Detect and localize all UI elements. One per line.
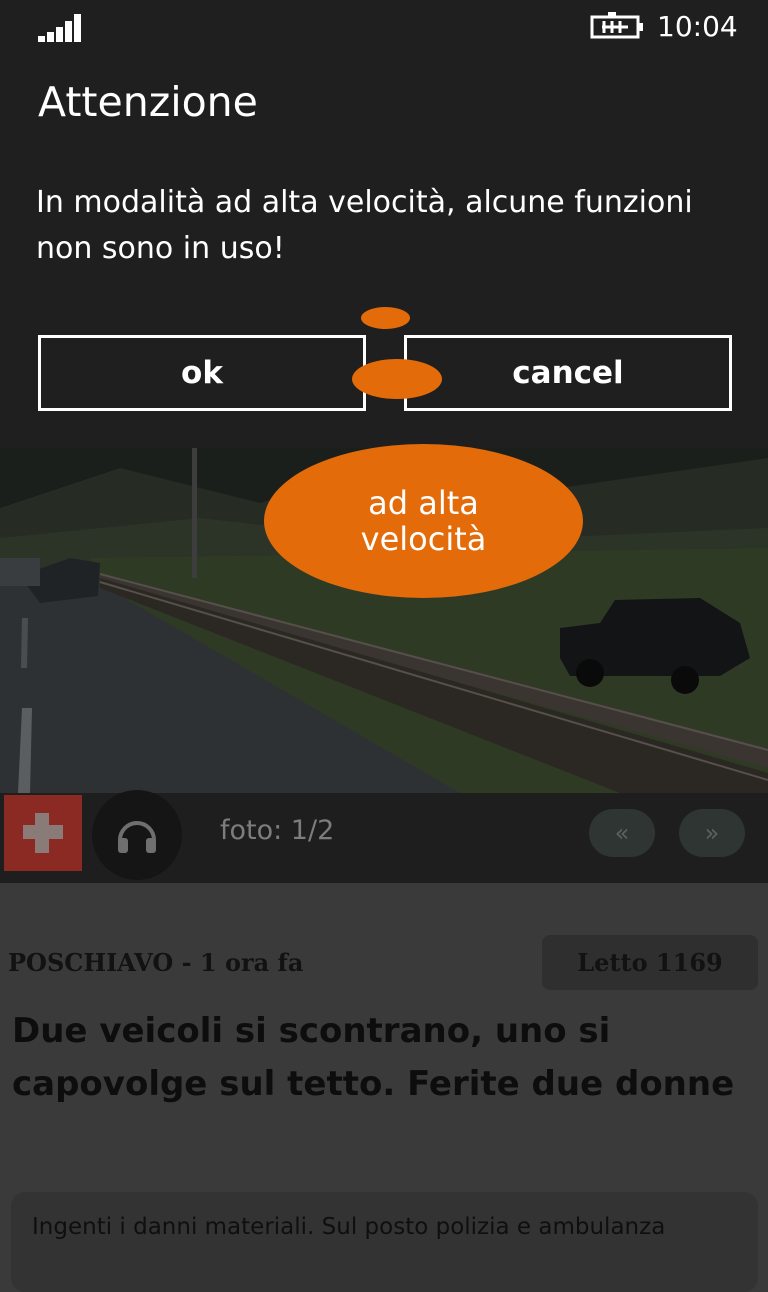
- read-count-badge: Letto 1169: [542, 935, 758, 990]
- callout-bubble-medium: [352, 359, 442, 399]
- headphones-button[interactable]: [92, 790, 182, 880]
- swiss-flag-icon[interactable]: [4, 795, 82, 871]
- signal-bars-icon: [38, 12, 86, 42]
- callout-bubble: ad alta velocità: [264, 444, 583, 598]
- summary-box: [11, 1192, 758, 1292]
- photo-counter: foto: 1/2: [220, 815, 335, 846]
- callout-text: ad alta velocità: [360, 484, 487, 558]
- clock: 10:04: [657, 10, 738, 43]
- dialog-title: Attenzione: [38, 78, 258, 126]
- previous-photo-button[interactable]: «: [589, 809, 655, 857]
- callout-bubble-small: [361, 307, 410, 329]
- article-headline[interactable]: Due veicoli si scontrano, uno si capovol…: [12, 1005, 752, 1111]
- cancel-button[interactable]: cancel: [404, 335, 732, 411]
- headphones-icon: [118, 821, 156, 853]
- article-meta: POSCHIAVO - 1 ora fa: [8, 948, 304, 977]
- article-summary: Ingenti i danni materiali. Sul posto pol…: [32, 1214, 666, 1240]
- dialog-message: In modalità ad alta velocità, alcune fun…: [36, 185, 693, 266]
- next-photo-button[interactable]: »: [679, 809, 745, 857]
- battery-charging-icon: [590, 12, 643, 39]
- ok-button[interactable]: ok: [38, 335, 366, 411]
